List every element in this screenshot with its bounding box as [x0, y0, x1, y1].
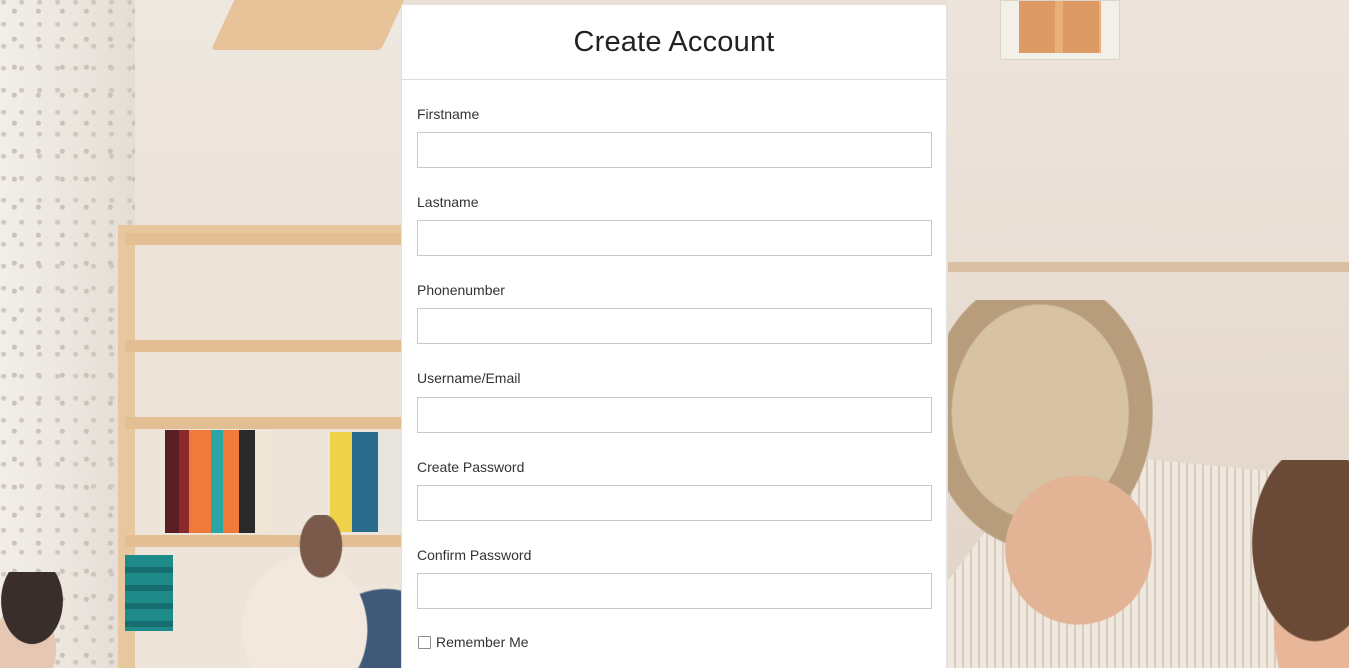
firstname-input[interactable] [417, 132, 932, 168]
wall-rail [948, 262, 1349, 272]
form-header: Create Account [402, 5, 946, 80]
create-account-form: Create Account Firstname Lastname Phonen… [401, 5, 947, 668]
ceiling-light-right [1000, 0, 1120, 60]
username-email-field: Username/Email [417, 369, 932, 433]
confirm-password-label: Confirm Password [417, 547, 532, 563]
shelf-board [125, 340, 402, 352]
username-email-label: Username/Email [417, 370, 521, 386]
curtain [0, 0, 135, 668]
student-right [1235, 460, 1349, 668]
shelf-board [125, 233, 402, 245]
create-password-label: Create Password [417, 459, 525, 475]
remember-me-row: Remember Me [417, 633, 529, 651]
lastname-input[interactable] [417, 220, 932, 256]
books [125, 555, 173, 631]
phonenumber-input[interactable] [417, 308, 932, 344]
teacher-face [985, 455, 1155, 645]
lastname-label: Lastname [417, 194, 479, 210]
confirm-password-field: Confirm Password [417, 546, 932, 609]
remember-me-label[interactable]: Remember Me [436, 634, 529, 650]
phonenumber-field: Phonenumber [417, 281, 932, 344]
remember-me-checkbox[interactable] [418, 635, 431, 649]
create-password-field: Create Password [417, 458, 932, 521]
phonenumber-label: Phonenumber [417, 282, 505, 298]
firstname-label: Firstname [417, 106, 480, 122]
shelf-board [125, 417, 402, 429]
page-title: Create Account [573, 25, 775, 58]
lastname-field: Lastname [417, 193, 932, 256]
firstname-field: Firstname [417, 105, 932, 168]
confirm-password-input[interactable] [417, 573, 932, 609]
username-email-input[interactable] [417, 397, 932, 433]
student-left [0, 572, 80, 668]
create-password-input[interactable] [417, 485, 932, 521]
ceiling-light-left [211, 0, 409, 50]
student-middle [240, 515, 402, 668]
